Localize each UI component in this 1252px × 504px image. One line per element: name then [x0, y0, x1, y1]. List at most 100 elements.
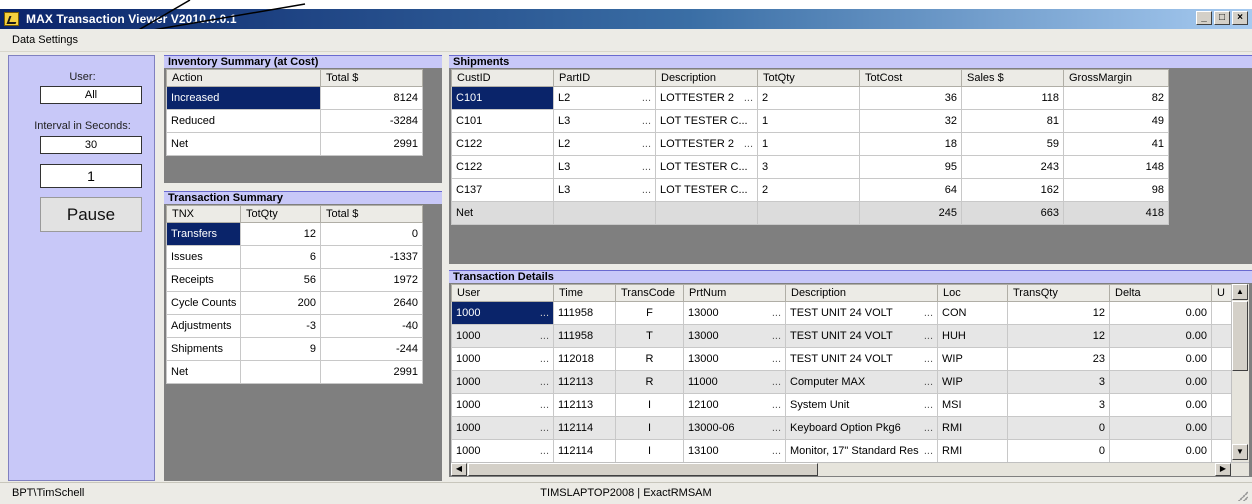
cell-transqty[interactable]: 0: [1007, 416, 1110, 440]
cell-action[interactable]: Net: [166, 132, 321, 156]
cell-custid[interactable]: C101: [451, 109, 554, 133]
cell-u[interactable]: [1211, 416, 1231, 440]
cell-totcost[interactable]: 32: [859, 109, 962, 133]
cell-sales[interactable]: 59: [961, 132, 1064, 156]
cell-action[interactable]: Increased: [166, 86, 321, 110]
cell-user[interactable]: 1000...: [451, 324, 554, 348]
cell-totcost[interactable]: 64: [859, 178, 962, 202]
cell-description[interactable]: Computer MAX...: [785, 370, 938, 394]
column-header-transcode[interactable]: TransCode: [615, 284, 684, 302]
cell-u[interactable]: [1211, 439, 1231, 462]
column-header-sales[interactable]: Sales $: [961, 69, 1064, 87]
column-header-delta[interactable]: Delta: [1109, 284, 1212, 302]
scroll-up-icon[interactable]: ▲: [1232, 284, 1248, 300]
user-field[interactable]: All: [40, 86, 142, 104]
cell-total[interactable]: 2991: [320, 360, 423, 384]
cell-loc[interactable]: RMI: [937, 416, 1008, 440]
cell-qty[interactable]: 6: [240, 245, 321, 269]
cell-qty[interactable]: 9: [240, 337, 321, 361]
cell-time[interactable]: 111958: [553, 301, 616, 325]
table-row[interactable]: Shipments 9 -244: [166, 337, 423, 361]
cell-transcode[interactable]: R: [615, 347, 684, 371]
cell-delta[interactable]: 0.00: [1109, 439, 1212, 462]
column-header-u[interactable]: U: [1211, 284, 1231, 302]
table-row[interactable]: C137 L3... LOT TESTER C... 2 64 162 98: [451, 178, 1169, 202]
menu-data-settings[interactable]: Data Settings: [12, 34, 78, 46]
cell-prtnum[interactable]: 13000...: [683, 301, 786, 325]
table-row[interactable]: 1000... 112114 I 13100... Monitor, 17" S…: [451, 439, 1231, 462]
cell-sales[interactable]: 118: [961, 86, 1064, 110]
column-header-totcost[interactable]: TotCost: [859, 69, 962, 87]
cell-loc[interactable]: WIP: [937, 347, 1008, 371]
cell-description[interactable]: Monitor, 17" Standard Res...: [785, 439, 938, 462]
cell-custid[interactable]: C122: [451, 155, 554, 179]
cell-tnx[interactable]: Shipments: [166, 337, 241, 361]
cell-u[interactable]: [1211, 393, 1231, 417]
scroll-thumb[interactable]: [1232, 301, 1248, 371]
cell-tnx[interactable]: Transfers: [166, 222, 241, 246]
cell-totqty[interactable]: 1: [757, 109, 860, 133]
cell-totqty[interactable]: 1: [757, 132, 860, 156]
cell-sales[interactable]: 162: [961, 178, 1064, 202]
cell-description[interactable]: TEST UNIT 24 VOLT...: [785, 347, 938, 371]
column-header-action[interactable]: Action: [166, 69, 321, 87]
cell-time[interactable]: 112113: [553, 370, 616, 394]
cell-totcost[interactable]: 36: [859, 86, 962, 110]
cell-partid[interactable]: L3...: [553, 155, 656, 179]
cell-qty[interactable]: 12: [240, 222, 321, 246]
cell-user[interactable]: 1000...: [451, 301, 554, 325]
cell-qty[interactable]: 200: [240, 291, 321, 315]
cell-loc[interactable]: CON: [937, 301, 1008, 325]
table-row[interactable]: 1000... 112018 R 13000... TEST UNIT 24 V…: [451, 347, 1231, 371]
cell-totcost[interactable]: 18: [859, 132, 962, 156]
horizontal-scrollbar[interactable]: ◀ ▶: [451, 462, 1249, 476]
table-row[interactable]: 1000... 111958 F 13000... TEST UNIT 24 V…: [451, 301, 1231, 325]
table-row[interactable]: 1000... 112114 I 13000-06... Keyboard Op…: [451, 416, 1231, 440]
table-row[interactable]: C101 L2... LOTTESTER 2... 2 36 118 82: [451, 86, 1169, 110]
cell-tnx[interactable]: Receipts: [166, 268, 241, 292]
cell-partid[interactable]: L2...: [553, 86, 656, 110]
cell-user[interactable]: 1000...: [451, 370, 554, 394]
table-row[interactable]: Net 245 663 418: [451, 201, 1169, 225]
cell-prtnum[interactable]: 11000...: [683, 370, 786, 394]
cell-description[interactable]: LOT TESTER C...: [655, 178, 758, 202]
cell-totcost[interactable]: 95: [859, 155, 962, 179]
cell-transqty[interactable]: 12: [1007, 301, 1110, 325]
cell-prtnum[interactable]: 13000-06...: [683, 416, 786, 440]
scroll-down-icon[interactable]: ▼: [1232, 444, 1248, 460]
cell-qty[interactable]: -3: [240, 314, 321, 338]
cell-user[interactable]: 1000...: [451, 393, 554, 417]
cell-sales[interactable]: 243: [961, 155, 1064, 179]
cell-loc[interactable]: MSI: [937, 393, 1008, 417]
cell-tnx[interactable]: Net: [166, 360, 241, 384]
cell-transqty[interactable]: 12: [1007, 324, 1110, 348]
cell-custid[interactable]: C101: [451, 86, 554, 110]
cell-u[interactable]: [1211, 324, 1231, 348]
column-header-prtnum[interactable]: PrtNum: [683, 284, 786, 302]
scroll-right-icon[interactable]: ▶: [1215, 463, 1231, 476]
scroll-left-icon[interactable]: ◀: [451, 463, 467, 476]
vertical-scrollbar[interactable]: ▲ ▼: [1231, 284, 1249, 462]
column-header-description[interactable]: Description: [655, 69, 758, 87]
cell-u[interactable]: [1211, 370, 1231, 394]
table-row[interactable]: Net 2991: [166, 132, 423, 156]
cell-grossmargin[interactable]: 41: [1063, 132, 1169, 156]
cell-tnx[interactable]: Cycle Counts: [166, 291, 241, 315]
cell-total[interactable]: 2640: [320, 291, 423, 315]
column-header-totqty[interactable]: TotQty: [757, 69, 860, 87]
table-row[interactable]: 1000... 112113 I 12100... System Unit...…: [451, 393, 1231, 417]
cell-u[interactable]: [1211, 347, 1231, 371]
column-header-totqty[interactable]: TotQty: [240, 205, 321, 223]
cell-total[interactable]: 8124: [320, 86, 423, 110]
cell-transqty[interactable]: 3: [1007, 370, 1110, 394]
cell-description[interactable]: LOT TESTER C...: [655, 155, 758, 179]
cell-user[interactable]: 1000...: [451, 347, 554, 371]
cell-sales[interactable]: 81: [961, 109, 1064, 133]
cell-prtnum[interactable]: 13100...: [683, 439, 786, 462]
cell-description[interactable]: LOTTESTER 2...: [655, 132, 758, 156]
cell-totqty[interactable]: 2: [757, 86, 860, 110]
cell-grossmargin[interactable]: 49: [1063, 109, 1169, 133]
cell-transqty[interactable]: 3: [1007, 393, 1110, 417]
cell-description[interactable]: TEST UNIT 24 VOLT...: [785, 301, 938, 325]
cell-grossmargin[interactable]: 98: [1063, 178, 1169, 202]
